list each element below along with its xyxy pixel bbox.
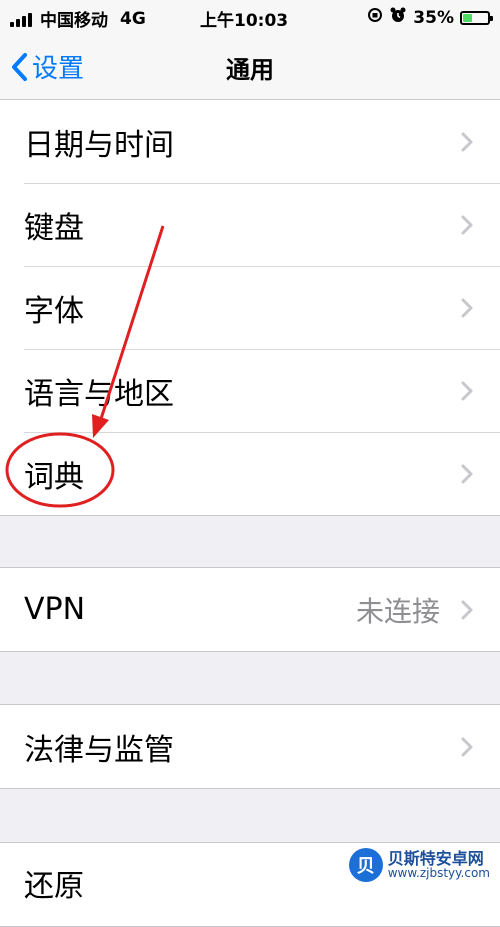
alarm-icon <box>389 6 407 29</box>
chevron-right-icon <box>461 737 473 756</box>
vpn-status: 未连接 <box>355 594 440 628</box>
status-time: 上午10:03 <box>200 11 289 31</box>
settings-group-2: VPN 未连接 <box>0 567 500 652</box>
network-type: 4G <box>120 8 146 29</box>
list-item-label: 日期与时间 <box>24 127 174 163</box>
chevron-right-icon <box>461 464 473 483</box>
navigation-bar: 设置 通用 <box>0 34 500 100</box>
watermark-logo: 贝 <box>348 848 383 882</box>
list-item-date-time[interactable]: 日期与时间 <box>0 100 500 183</box>
watermark-text: 贝斯特安卓网 www.zjbstyy.com <box>388 850 490 881</box>
battery-fill <box>463 13 473 22</box>
status-bar: 中国移动 4G 上午10:03 35% <box>0 0 500 34</box>
chevron-right-icon <box>461 600 473 619</box>
signal-icon <box>10 11 34 27</box>
list-item-label: 键盘 <box>24 210 84 246</box>
chevron-right-icon <box>461 381 473 400</box>
list-item-label: VPN <box>24 592 86 627</box>
site-watermark: 贝 贝斯特安卓网 www.zjbstyy.com <box>344 846 494 884</box>
status-left: 中国移动 4G <box>10 6 146 31</box>
list-item-label: 语言与地区 <box>24 376 174 412</box>
chevron-right-icon <box>461 132 473 151</box>
rotation-lock-icon <box>367 7 383 28</box>
settings-group-1: 日期与时间 键盘 字体 语言与地区 词典 <box>0 99 500 516</box>
list-item-label: 还原 <box>24 869 84 904</box>
list-item-label: 词典 <box>24 459 84 495</box>
list-item-vpn[interactable]: VPN 未连接 <box>0 568 500 651</box>
battery-percent: 35% <box>413 7 454 28</box>
list-item-language-region[interactable]: 语言与地区 <box>0 349 500 432</box>
chevron-right-icon <box>461 298 473 317</box>
chevron-right-icon <box>461 215 473 234</box>
watermark-url: www.zjbstyy.com <box>387 866 490 881</box>
list-item-label: 法律与监管 <box>24 732 174 768</box>
list-item-keyboard[interactable]: 键盘 <box>0 183 500 266</box>
battery-icon <box>460 10 493 25</box>
list-item-label: 字体 <box>24 293 84 329</box>
list-item-fonts[interactable]: 字体 <box>0 266 500 349</box>
list-item-legal[interactable]: 法律与监管 <box>0 705 500 788</box>
watermark-name: 贝斯特安卓网 <box>387 848 484 868</box>
page-title: 通用 <box>226 56 274 84</box>
settings-group-3: 法律与监管 <box>0 704 500 789</box>
carrier-name: 中国移动 <box>40 11 108 31</box>
status-right: 35% <box>367 6 493 29</box>
list-item-dictionary[interactable]: 词典 <box>0 432 500 515</box>
